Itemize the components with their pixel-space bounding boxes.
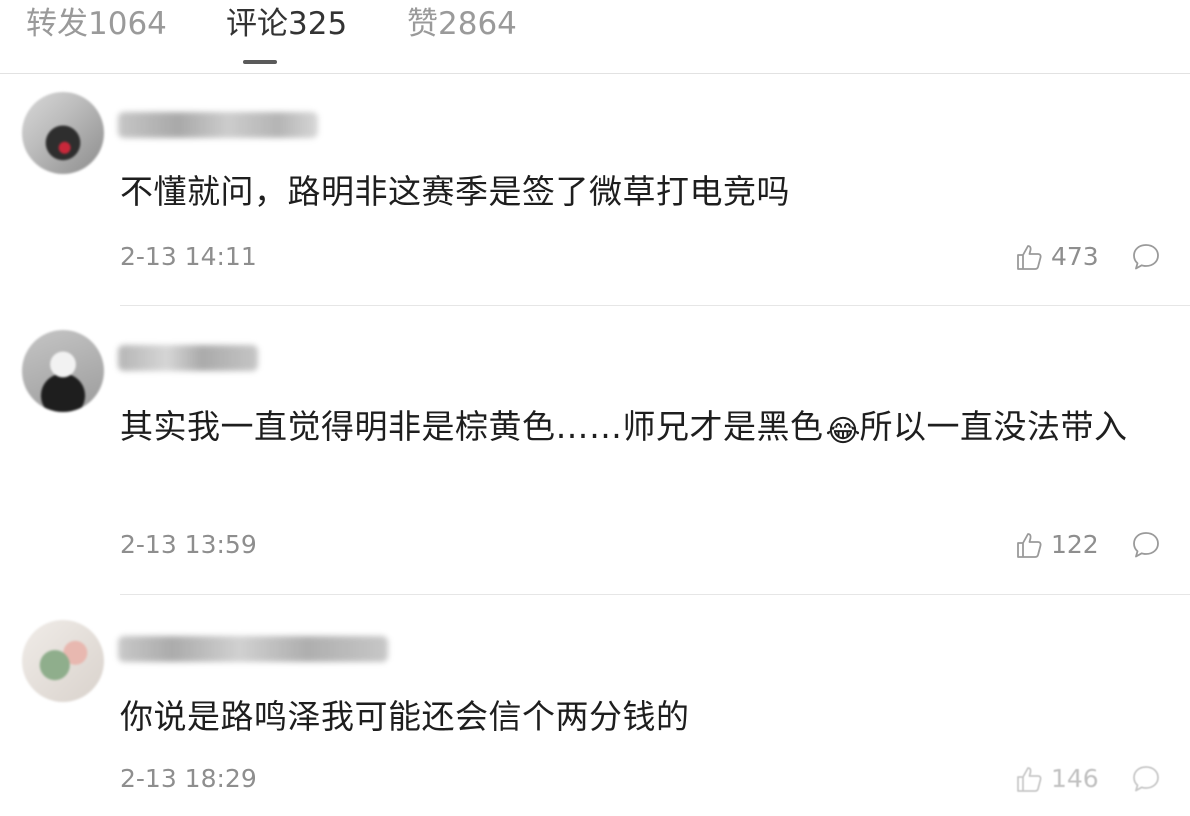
comment-text-part: 所以一直没法带入 (859, 407, 1128, 446)
laughing-crying-emoji-icon: 😂 (825, 414, 862, 449)
comment-text: 你说是路鸣泽我可能还会信个两分钱的 (120, 697, 690, 736)
like-count: 146 (1051, 764, 1099, 793)
comment-timestamp: 2-13 14:11 (120, 242, 257, 271)
tab-likes[interactable]: 赞2864 (407, 4, 517, 44)
speech-bubble-icon (1133, 532, 1159, 558)
comment-divider (120, 594, 1190, 595)
like-button[interactable]: 122 (1014, 528, 1099, 562)
avatar[interactable] (22, 92, 104, 174)
thumbs-up-icon (1017, 767, 1042, 792)
active-tab-indicator (243, 60, 277, 64)
speech-bubble-icon (1133, 244, 1159, 270)
reply-button[interactable] (1130, 763, 1162, 795)
reply-button[interactable] (1130, 241, 1162, 273)
comment-text: 不懂就问，路明非这赛季是签了微草打电竞吗 (120, 172, 790, 211)
like-count: 122 (1051, 530, 1099, 559)
comment-timestamp: 2-13 18:29 (120, 764, 257, 793)
like-button[interactable]: 473 (1014, 240, 1099, 274)
avatar[interactable] (22, 620, 104, 702)
username[interactable] (118, 112, 318, 138)
reply-button[interactable] (1130, 529, 1162, 561)
tab-comments[interactable]: 评论325 (226, 4, 347, 44)
thumbs-up-icon (1017, 245, 1042, 270)
comment-tabs: 转发1064 评论325 赞2864 (0, 0, 1190, 74)
avatar[interactable] (22, 330, 104, 412)
thumbs-up-icon (1017, 533, 1042, 558)
like-count: 473 (1051, 242, 1099, 271)
speech-bubble-icon (1133, 766, 1159, 792)
comment-timestamp: 2-13 13:59 (120, 530, 257, 559)
username[interactable] (118, 636, 388, 662)
comment-text: 其实我一直觉得明非是棕黄色……师兄才是黑色😂所以一直没法带入 (120, 400, 1160, 454)
comment-divider (120, 305, 1190, 306)
like-button[interactable]: 146 (1014, 762, 1099, 796)
tabs-divider (0, 73, 1190, 74)
tab-reposts[interactable]: 转发1064 (26, 4, 167, 44)
comment-text-part: 其实我一直觉得明非是棕黄色……师兄才是黑色 (120, 407, 824, 446)
username[interactable] (118, 345, 258, 371)
